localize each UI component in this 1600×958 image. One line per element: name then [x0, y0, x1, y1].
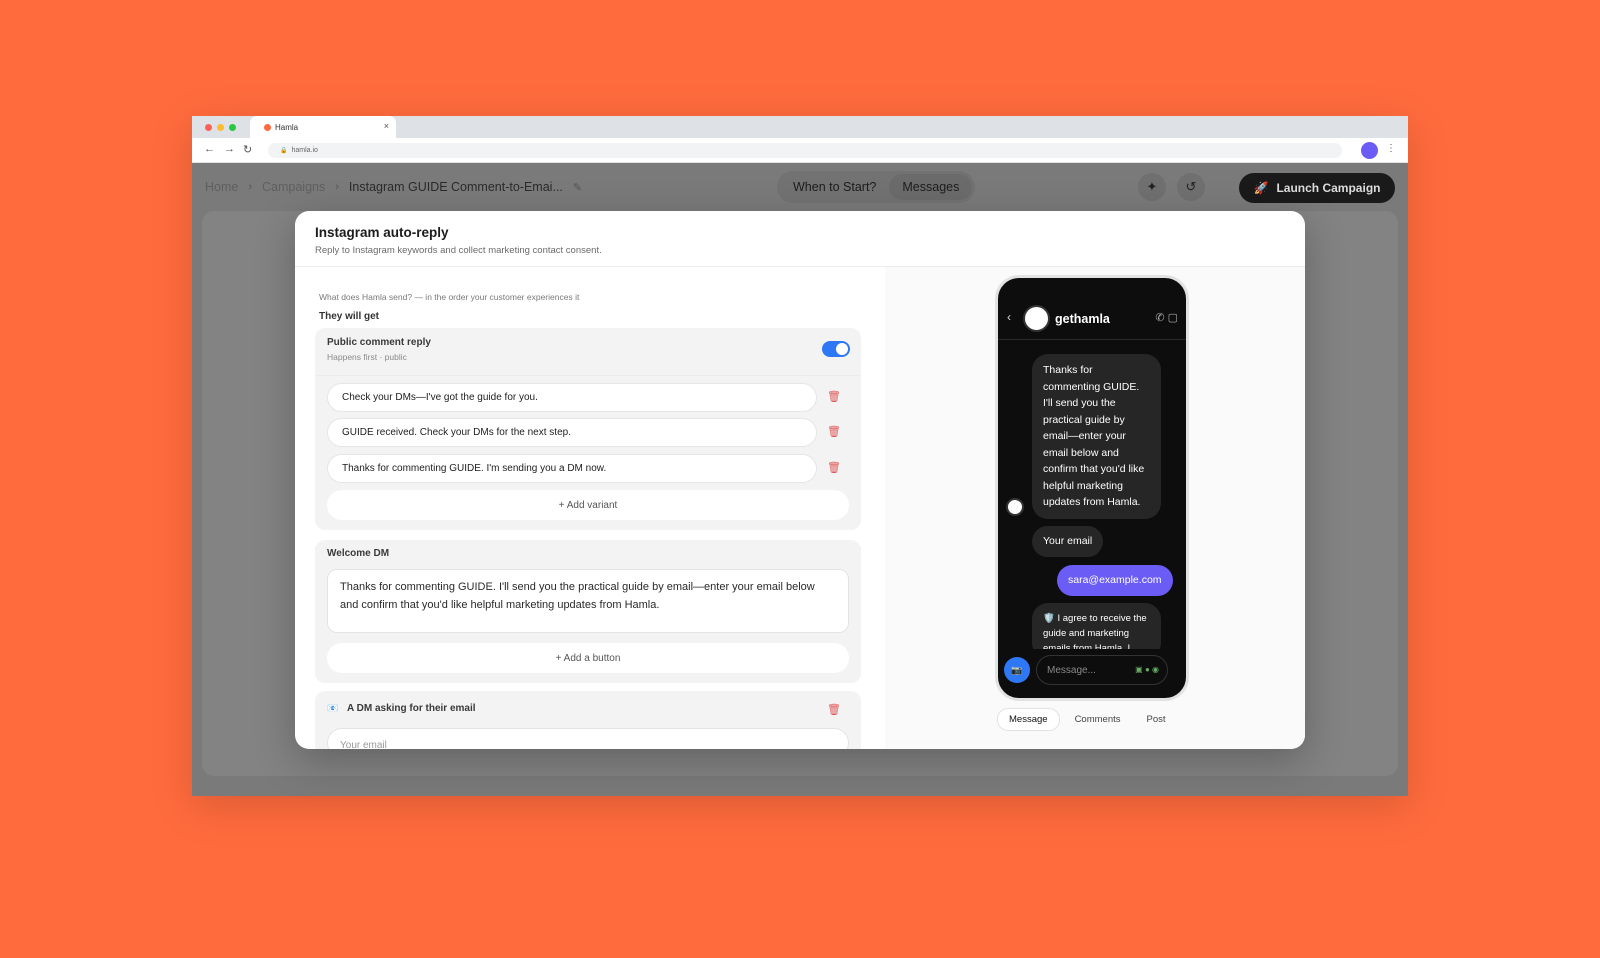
welcome-dm-title: Welcome DM [327, 548, 390, 559]
message-placeholder: Message... [1047, 665, 1096, 676]
add-button-button[interactable]: + Add a button [327, 643, 849, 673]
url-text: hamla.io [291, 147, 318, 154]
window-controls [205, 124, 236, 131]
sparkle-icon[interactable]: ✦ [1138, 173, 1166, 201]
browser-tab[interactable]: Hamla × [250, 116, 396, 138]
forward-arrow-icon[interactable]: → [224, 143, 235, 155]
history-icon[interactable]: ↺ [1177, 173, 1205, 201]
chevron-right-icon: › [248, 181, 253, 193]
add-variant-button[interactable]: + Add variant [327, 490, 849, 520]
preview-tabs: Message Comments Post [997, 708, 1177, 731]
browser-menu-icon[interactable]: ⋮ [1386, 143, 1396, 154]
toggle-knob [836, 343, 848, 355]
pencil-icon[interactable]: ✎ [573, 181, 582, 194]
modal-subtitle: Reply to Instagram keywords and collect … [315, 245, 602, 256]
welcome-dm-textarea[interactable]: Thanks for commenting GUIDE. I'll send y… [327, 569, 849, 633]
chevron-right-icon: › [335, 181, 339, 193]
dm-header: ‹ gethamla ✆ ▢ [998, 278, 1186, 340]
address-bar: ← → ↻ 🔒 hamla.io ⋮ [192, 138, 1408, 163]
call-video-icon[interactable]: ✆ ▢ [1155, 311, 1178, 324]
reload-icon[interactable]: ↻ [243, 143, 252, 156]
close-window-dot[interactable] [205, 124, 212, 131]
modal-title: Instagram auto-reply [315, 225, 449, 240]
profile-handle: gethamla [1055, 312, 1110, 326]
user-email-bubble: sara@example.com [1057, 565, 1173, 596]
browser-tab-title: Hamla [275, 122, 299, 132]
instagram-preview: ‹ gethamla ✆ ▢ Thanks for commenting GUI… [885, 267, 1305, 749]
breadcrumb-campaign-name: Instagram GUIDE Comment-to-Emai... [348, 180, 563, 194]
hamla-favicon-icon [264, 123, 271, 131]
trash-icon[interactable]: 🗑 [827, 425, 841, 438]
email-dm-section: 📧 A DM asking for their email 🗑 Your ema… [315, 691, 861, 749]
maximize-window-dot[interactable] [229, 124, 236, 131]
launch-campaign-label: Launch Campaign [1276, 181, 1381, 195]
public-reply-section: Public comment reply Happens first · pub… [315, 328, 861, 530]
message-editor: What does Hamla send? — in the order you… [295, 267, 885, 749]
breadcrumb-campaigns[interactable]: Campaigns [262, 180, 325, 194]
public-reply-title: Public comment reply [327, 337, 431, 348]
trash-icon[interactable]: 🗑 [827, 390, 841, 403]
tab-message[interactable]: Message [997, 708, 1060, 731]
email-field[interactable]: Your email [327, 728, 849, 749]
chevron-left-icon[interactable]: ‹ [1007, 310, 1011, 324]
trash-icon[interactable]: 🗑 [827, 461, 841, 474]
reply-variant-1[interactable]: Check your DMs—I've got the guide for yo… [327, 383, 817, 412]
profile-avatar[interactable] [1361, 142, 1378, 159]
email-dm-title: A DM asking for their email [347, 703, 476, 714]
camera-icon[interactable]: 📷 [1004, 657, 1030, 683]
message-input[interactable]: Message... ▣ ● ◉ [1036, 655, 1168, 685]
media-icons[interactable]: ▣ ● ◉ [1135, 665, 1159, 674]
chat-thread: Thanks for commenting GUIDE. I'll send y… [998, 341, 1186, 649]
tab-when-to-start[interactable]: When to Start? [780, 174, 889, 200]
tab-comments[interactable]: Comments [1064, 709, 1132, 730]
browser-tabbar: Hamla × [192, 116, 1408, 138]
email-request-bubble: Your email [1032, 526, 1104, 557]
envelope-icon: 📧 [327, 703, 339, 713]
welcome-dm-section: Welcome DM Thanks for commenting GUIDE. … [315, 540, 861, 683]
back-arrow-icon[interactable]: ← [204, 143, 215, 155]
modal-header: Instagram auto-reply Reply to Instagram … [295, 211, 1305, 267]
consent-bubble: 🛡️ I agree to receive the guide and mark… [1032, 603, 1161, 649]
reply-variant-2[interactable]: GUIDE received. Check your DMs for the n… [327, 418, 817, 447]
tab-post[interactable]: Post [1136, 709, 1177, 730]
avatar [1006, 498, 1024, 516]
close-tab-icon[interactable]: × [384, 121, 389, 131]
app-header: Home › Campaigns › Instagram GUIDE Comme… [192, 163, 1408, 210]
step-tabs: When to Start? Messages [777, 171, 976, 203]
reply-variant-3[interactable]: Thanks for commenting GUIDE. I'm sending… [327, 454, 817, 483]
url-field[interactable]: 🔒 hamla.io [268, 143, 1342, 158]
breadcrumb-home[interactable]: Home [205, 180, 238, 194]
public-reply-toggle[interactable] [822, 341, 850, 357]
public-reply-meta: Happens first · public [327, 352, 407, 362]
public-reply-header: Public comment reply Happens first · pub… [315, 328, 861, 376]
welcome-message-bubble: Thanks for commenting GUIDE. I'll send y… [1032, 354, 1161, 519]
phone-mockup: ‹ gethamla ✆ ▢ Thanks for commenting GUI… [995, 275, 1189, 701]
rocket-icon: 🚀 [1253, 181, 1269, 195]
trash-icon[interactable]: 🗑 [827, 703, 841, 716]
tab-messages[interactable]: Messages [889, 174, 973, 200]
editor-intro: What does Hamla send? — in the order you… [319, 292, 580, 302]
lock-icon: 🔒 [280, 148, 288, 154]
they-will-get-label: They will get [319, 311, 380, 322]
launch-campaign-button[interactable]: 🚀 Launch Campaign [1239, 173, 1395, 203]
avatar [1023, 305, 1050, 332]
minimize-window-dot[interactable] [217, 124, 224, 131]
breadcrumb: Home › Campaigns › Instagram GUIDE Comme… [205, 180, 582, 194]
message-composer: 📷 Message... ▣ ● ◉ [1004, 655, 1180, 685]
auto-reply-modal: Instagram auto-reply Reply to Instagram … [295, 211, 1305, 749]
